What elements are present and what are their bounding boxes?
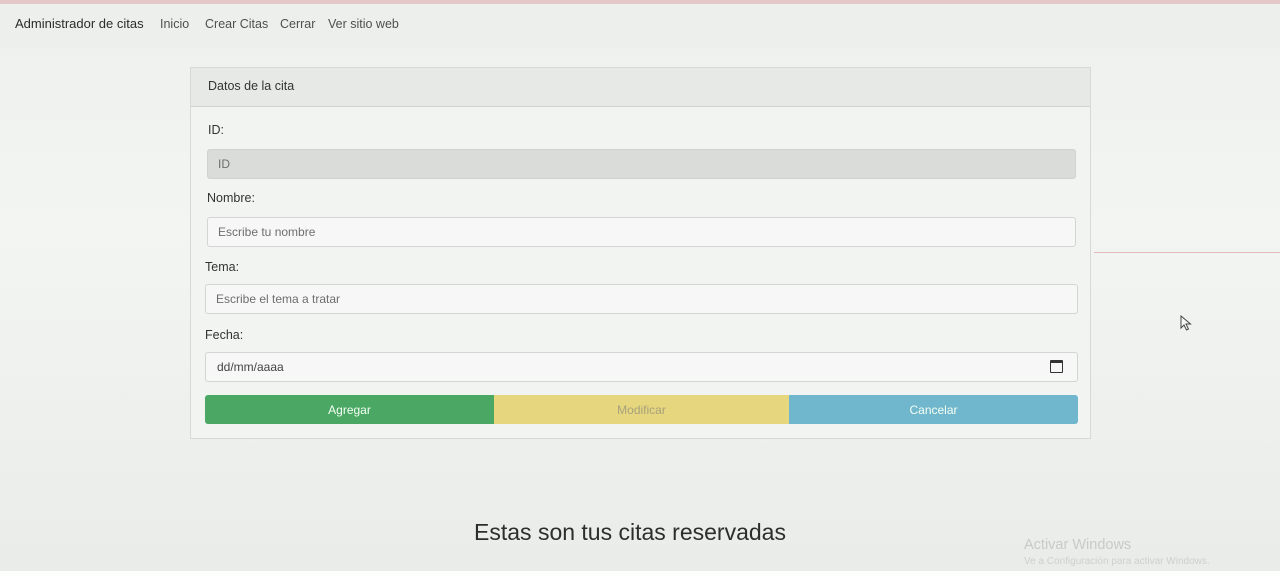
agregar-button[interactable]: Agregar [205,395,494,424]
windows-activation-title: Activar Windows [1024,537,1132,553]
nav-link-inicio[interactable]: Inicio [160,17,189,31]
fecha-label: Fecha: [205,328,244,342]
modificar-button[interactable]: Modificar [494,395,789,424]
id-label: ID: [208,123,224,137]
appointment-form-card: Datos de la cita ID: Nombre: Tema: Fecha… [190,67,1091,439]
nombre-label: Nombre: [207,191,255,205]
tema-label: Tema: [205,260,240,274]
fecha-placeholder: dd/mm/aaaa [217,360,284,374]
nav-link-cerrar[interactable]: Cerrar [280,17,315,31]
nav-link-ver-sitio-web[interactable]: Ver sitio web [328,17,399,31]
card-title: Datos de la cita [208,79,295,93]
nav-link-crear-citas[interactable]: Crear Citas [205,17,268,31]
navbar-brand[interactable]: Administrador de citas [15,16,144,31]
card-header: Datos de la cita [191,68,1090,107]
id-field[interactable] [207,149,1076,179]
calendar-icon[interactable] [1050,360,1063,373]
nombre-field[interactable] [207,217,1076,247]
top-navbar: Administrador de citas Inicio Crear Cita… [0,0,1280,48]
fecha-field[interactable]: dd/mm/aaaa [205,352,1078,382]
windows-activation-subtitle: Ve a Configuración para activar Windows. [1024,556,1210,567]
screen-artifact-line [1094,252,1280,253]
tema-field[interactable] [205,284,1078,314]
cancelar-button[interactable]: Cancelar [789,395,1078,424]
